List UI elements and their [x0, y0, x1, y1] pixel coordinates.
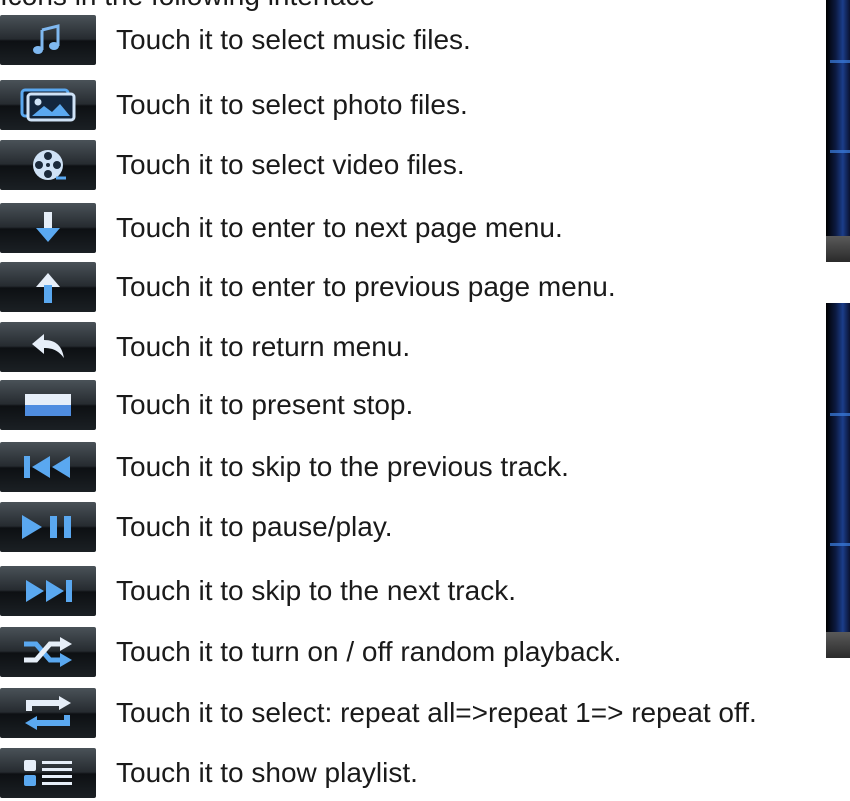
- legend-row-previous-page: Touch it to enter to previous page menu.: [0, 262, 616, 312]
- legend-label: Touch it to pause/play.: [116, 511, 393, 542]
- play-pause-button[interactable]: [0, 502, 96, 552]
- next-track-button[interactable]: [0, 566, 96, 616]
- shuffle-button[interactable]: [0, 627, 96, 677]
- intro-text: Icons in the following interface: [0, 0, 375, 12]
- return-arrow-icon: [32, 334, 64, 358]
- photo-icon: [20, 88, 76, 122]
- legend-row-previous-track: Touch it to skip to the previous track.: [0, 442, 569, 492]
- stop-button[interactable]: [0, 380, 96, 430]
- legend-label: Touch it to select photo files.: [116, 89, 468, 120]
- previous-track-icon: [24, 456, 70, 478]
- screenshot-panel-bottom: [826, 303, 850, 658]
- repeat-icon: [25, 696, 71, 730]
- stop-icon: [25, 394, 71, 416]
- playlist-icon: [24, 760, 72, 786]
- legend-label: Touch it to select music files.: [116, 24, 471, 55]
- shuffle-icon: [24, 637, 72, 667]
- legend-row-repeat: Touch it to select: repeat all=>repeat 1…: [0, 688, 757, 738]
- legend-label: Touch it to return menu.: [116, 331, 411, 362]
- play-pause-icon: [22, 515, 71, 539]
- legend-label: Touch it to turn on / off random playbac…: [116, 636, 622, 667]
- previous-track-button[interactable]: [0, 442, 96, 492]
- arrow-up-icon: [36, 273, 60, 303]
- legend-label: Touch it to skip to the next track.: [116, 575, 516, 606]
- legend-label: Touch it to enter to next page menu.: [116, 212, 563, 243]
- legend-label: Touch it to present stop.: [116, 389, 414, 420]
- return-button[interactable]: [0, 322, 96, 372]
- arrow-down-icon: [36, 212, 60, 242]
- screenshot-panel-top: [826, 0, 850, 262]
- legend-label: Touch it to select: repeat all=>repeat 1…: [116, 697, 757, 728]
- legend-row-shuffle: Touch it to turn on / off random playbac…: [0, 627, 621, 677]
- legend-label: Touch it to show playlist.: [116, 757, 418, 788]
- legend-row-music: Touch it to select music files.: [0, 15, 471, 65]
- legend-label: Touch it to enter to previous page menu.: [116, 271, 616, 302]
- next-track-icon: [26, 580, 72, 602]
- legend-row-play-pause: Touch it to pause/play.: [0, 502, 393, 552]
- playlist-button[interactable]: [0, 748, 96, 798]
- legend-row-photo: Touch it to select photo files.: [0, 80, 468, 130]
- video-button[interactable]: [0, 140, 96, 190]
- next-page-button[interactable]: [0, 203, 96, 253]
- legend-row-return: Touch it to return menu.: [0, 322, 410, 372]
- legend-row-stop: Touch it to present stop.: [0, 380, 413, 430]
- previous-page-button[interactable]: [0, 262, 96, 312]
- legend-label: Touch it to select video files.: [116, 149, 465, 180]
- legend-row-playlist: Touch it to show playlist.: [0, 748, 418, 798]
- legend-row-next-page: Touch it to enter to next page menu.: [0, 203, 563, 253]
- legend-row-video: Touch it to select video files.: [0, 140, 465, 190]
- legend-label: Touch it to skip to the previous track.: [116, 451, 569, 482]
- music-button[interactable]: [0, 15, 96, 65]
- music-note-icon: [33, 24, 60, 54]
- repeat-button[interactable]: [0, 688, 96, 738]
- photo-button[interactable]: [0, 80, 96, 130]
- film-reel-icon: [33, 150, 66, 180]
- legend-row-next-track: Touch it to skip to the next track.: [0, 566, 516, 616]
